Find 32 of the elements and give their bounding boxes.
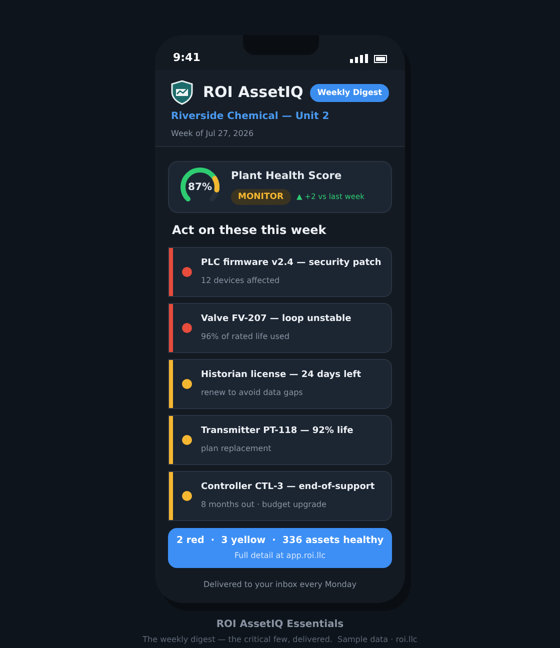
action-card[interactable]: Transmitter PT-118 — 92% life plan replacement — [168, 415, 392, 465]
caption-subtitle: The weekly digest — the critical few, delivered. Sample data · roi.llc — [142, 634, 418, 646]
action-card[interactable]: Controller CTL-3 — end-of-support 8 months out · budget upgrade — [168, 471, 392, 521]
monitor-status: MONITOR — [231, 188, 291, 206]
battery-icon — [374, 54, 387, 62]
app-title: ROI AssetIQ — [203, 82, 304, 104]
site-name: Riverside Chemical — Unit 2 — [171, 110, 330, 124]
health-title: Plant Health Score — [231, 168, 343, 184]
weekly-digest-badge: Weekly Digest — [310, 84, 389, 102]
action-card[interactable]: Valve FV-207 — loop unstable 96% of rated life used — [168, 303, 392, 353]
gauge-warning-segment — [212, 176, 220, 192]
action-title: Transmitter PT-118 — 92% life — [201, 425, 354, 438]
action-title: PLC firmware v2.4 — security patch — [201, 257, 382, 270]
action-detail: 12 devices affected — [201, 274, 281, 287]
action-card[interactable]: Historian license — 24 days left renew to avoid data gaps — [168, 359, 392, 409]
delivery-note: Delivered to your inbox every Monday — [202, 579, 358, 591]
shield-logo-icon — [171, 80, 193, 105]
action-detail: 96% of rated life used — [201, 330, 290, 343]
action-detail: plan replacement — [201, 442, 272, 455]
action-detail: renew to avoid data gaps — [201, 386, 304, 399]
health-percent: 87% — [188, 180, 212, 194]
action-title: Controller CTL-3 — end-of-support — [201, 481, 375, 494]
status-time: 9:41 — [173, 50, 200, 66]
signal-icon — [350, 54, 368, 63]
caption-title: ROI AssetIQ Essentials — [216, 618, 344, 632]
action-title: Valve FV-207 — loop unstable — [201, 313, 352, 326]
section-title: Act on these this week — [172, 222, 328, 239]
action-title: Historian license — 24 days left — [201, 369, 362, 382]
action-detail: 8 months out · budget upgrade — [201, 498, 328, 511]
week-label: Week of Jul 27, 2026 — [171, 128, 255, 140]
summary-counts: 2 red · 3 yellow · 336 assets healthy — [176, 534, 384, 548]
action-card[interactable]: PLC firmware v2.4 — security patch 12 devices affected — [168, 247, 392, 297]
